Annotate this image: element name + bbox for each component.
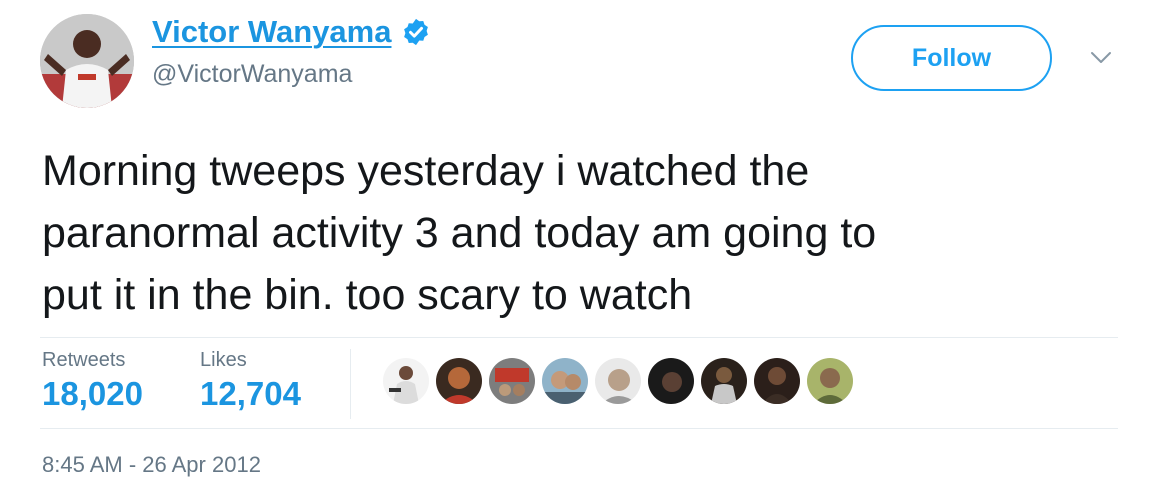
liker-avatar-9-icon — [807, 358, 853, 404]
follow-button[interactable]: Follow — [851, 25, 1052, 91]
likes-count: 12,704 — [200, 375, 301, 412]
chevron-down-icon[interactable] — [1089, 50, 1113, 66]
retweets-count: 18,020 — [42, 375, 143, 412]
tweet-card: Victor Wanyama @VictorWanyama Follow Mor… — [0, 0, 1170, 490]
liker-avatar-3-icon — [489, 358, 535, 404]
liker-avatar[interactable] — [542, 358, 588, 404]
liker-avatar[interactable] — [648, 358, 694, 404]
liker-avatar-6-icon — [648, 358, 694, 404]
liker-avatar-7-icon — [701, 358, 747, 404]
author-handle[interactable]: @VictorWanyama — [152, 60, 352, 89]
author-avatar[interactable] — [40, 14, 134, 108]
liker-avatar-2-icon — [436, 358, 482, 404]
verified-badge-icon — [404, 18, 429, 46]
liker-avatar[interactable] — [701, 358, 747, 404]
liker-avatar[interactable] — [754, 358, 800, 404]
liker-avatar[interactable] — [595, 358, 641, 404]
retweets-stat[interactable]: Retweets 18,020 — [42, 347, 143, 415]
likers-avatar-list — [383, 358, 853, 408]
tweet-timestamp[interactable]: 8:45 AM - 26 Apr 2012 — [42, 452, 261, 478]
divider — [40, 337, 1118, 338]
author-display-name[interactable]: Victor Wanyama — [152, 14, 391, 50]
author-name-row: Victor Wanyama — [152, 14, 431, 50]
profile-photo-icon — [40, 14, 134, 108]
likes-stat[interactable]: Likes 12,704 — [200, 347, 301, 415]
liker-avatar-5-icon — [595, 358, 641, 404]
likes-label: Likes — [200, 349, 247, 371]
liker-avatar-4-icon — [542, 358, 588, 404]
liker-avatar[interactable] — [436, 358, 482, 404]
liker-avatar-8-icon — [754, 358, 800, 404]
retweets-label: Retweets — [42, 349, 126, 371]
divider — [40, 428, 1118, 429]
liker-avatar[interactable] — [489, 358, 535, 404]
liker-avatar[interactable] — [807, 358, 853, 404]
liker-avatar-1-icon — [383, 358, 429, 404]
tweet-text: Morning tweeps yesterday i watched the p… — [42, 147, 877, 319]
liker-avatar[interactable] — [383, 358, 429, 404]
stats-separator — [350, 349, 351, 419]
